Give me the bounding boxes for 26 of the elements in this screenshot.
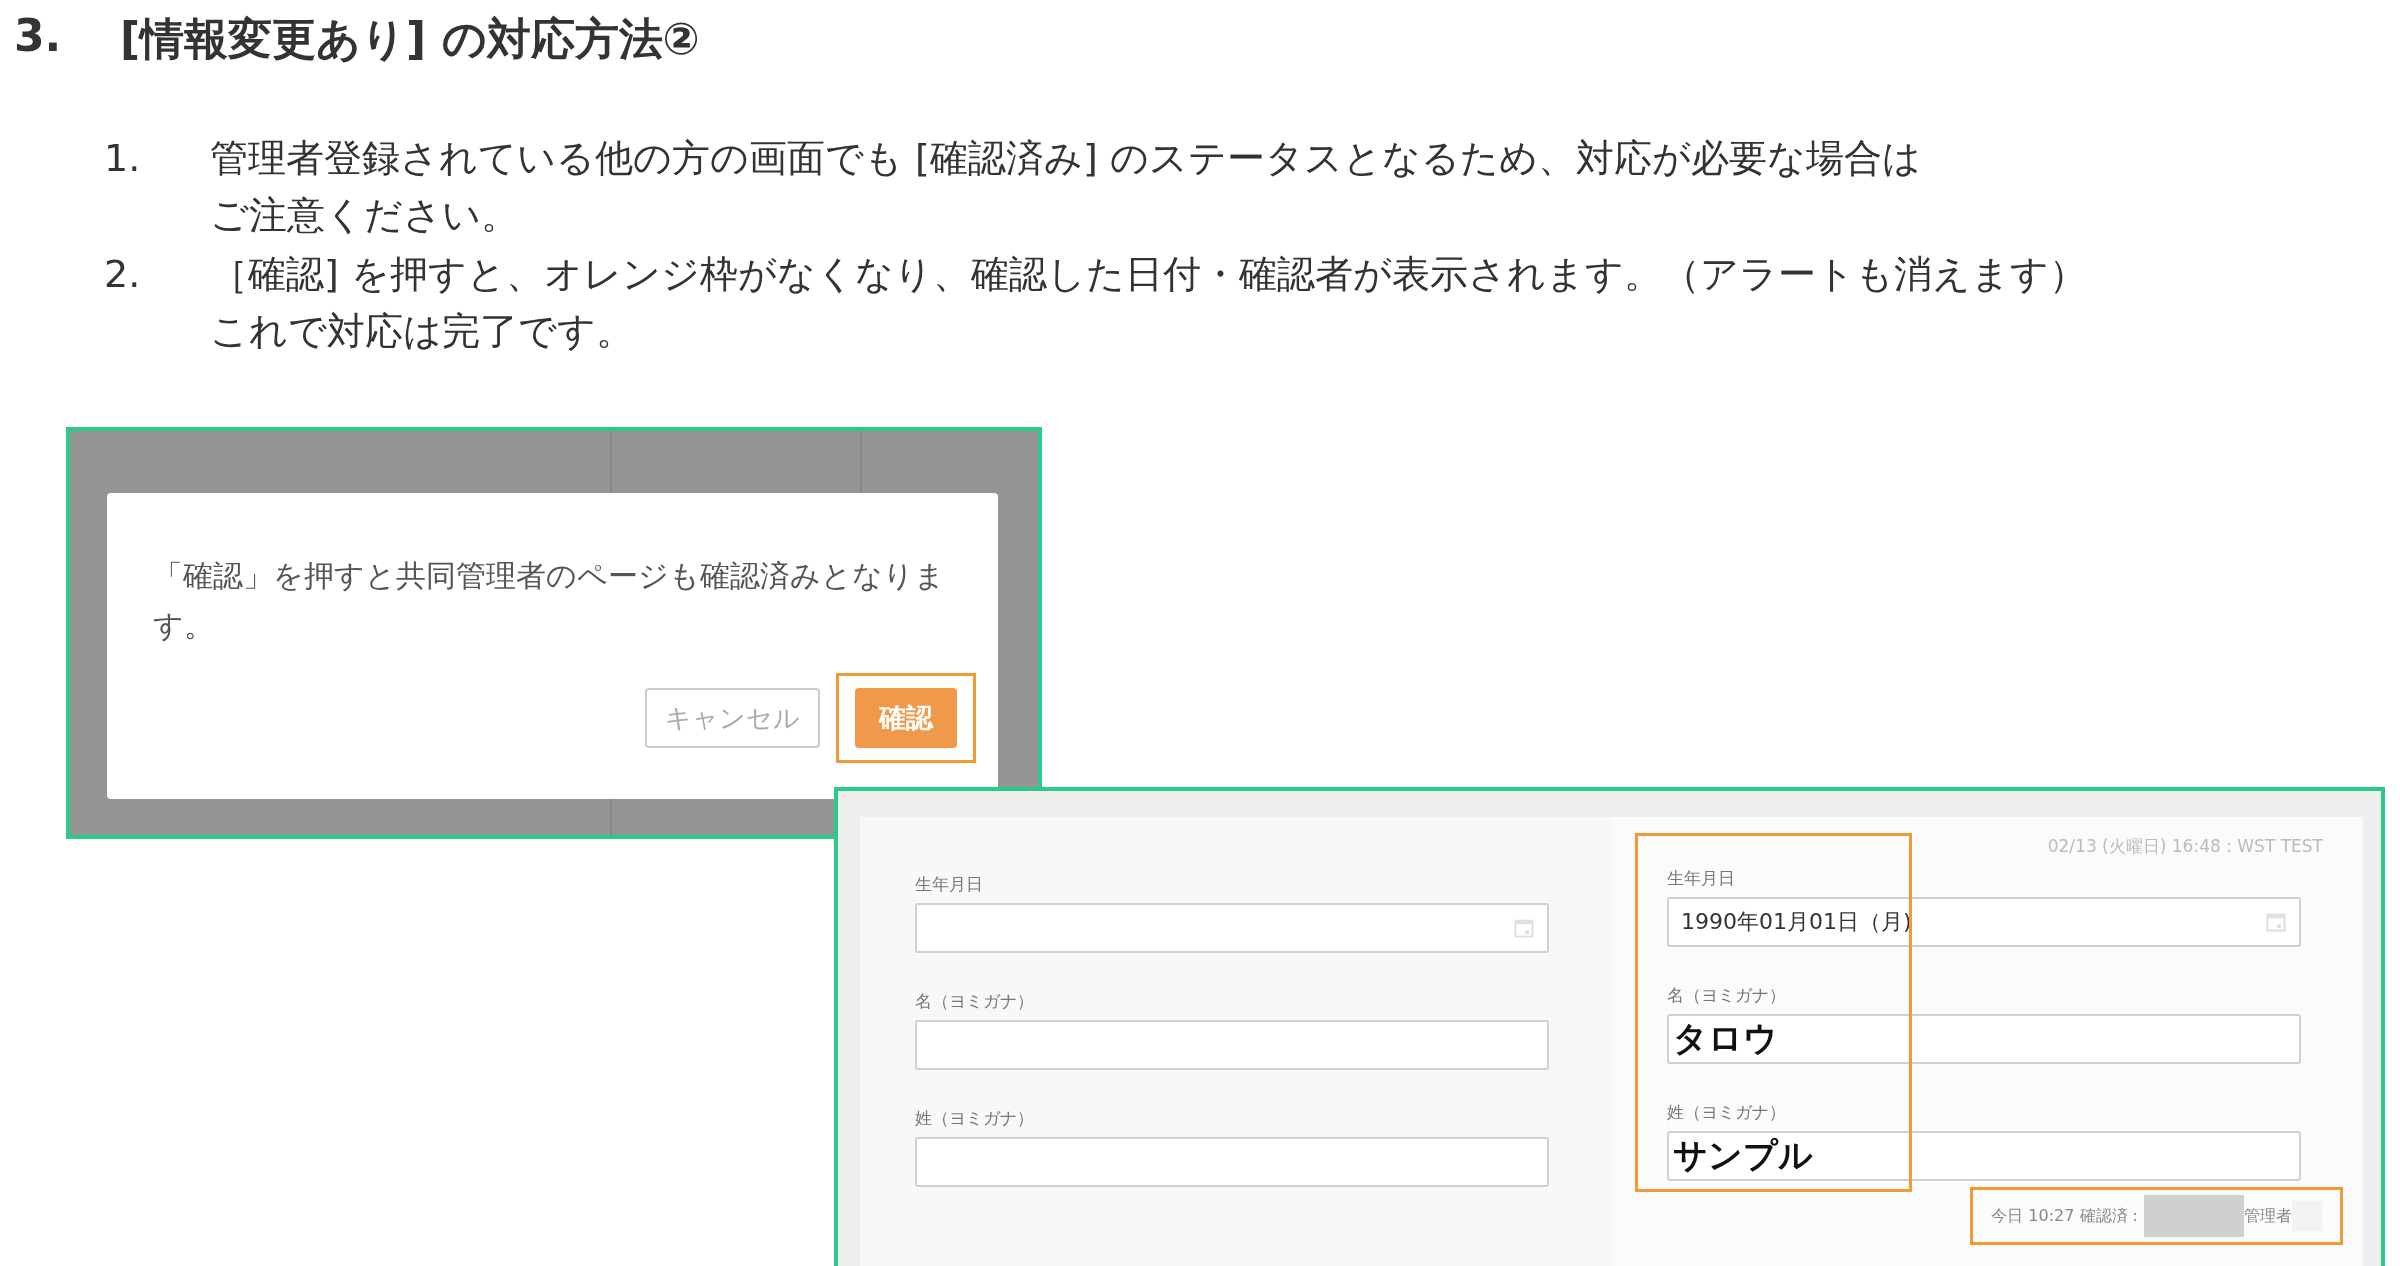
step-text: ［確認] を押すと、オレンジ枠がなくなり、確認した日付・確認者が表示されます。（アラートも消えます） xyxy=(210,251,2087,298)
input-field[interactable]: サンプル xyxy=(1667,1131,2301,1181)
input-field[interactable]: タロウ xyxy=(1667,1014,2301,1064)
field-label: 生年月日 xyxy=(915,873,984,896)
input-field[interactable] xyxy=(915,1020,1549,1070)
field-label: 生年月日 xyxy=(1667,867,1736,890)
step-text: 管理者登録されている他の方の画面でも [確認済み] のステータスとなるため、対応が必要な場合は xyxy=(210,135,1921,182)
field-label: 名（ヨミガナ） xyxy=(1667,984,1787,1007)
field-label: 姓（ヨミガナ） xyxy=(915,1107,1035,1130)
confirmation-text: 今日 10:27 確認済 : xyxy=(1991,1205,2138,1227)
calendar-icon[interactable] xyxy=(1513,917,1535,939)
dialog-message: す。 xyxy=(153,607,215,645)
heading-text: [情報変更あり] の対応方法② xyxy=(120,12,700,66)
heading-number: 3. xyxy=(14,10,63,63)
step-number: 1. xyxy=(104,135,142,182)
input-field[interactable] xyxy=(915,903,1549,953)
input-field[interactable] xyxy=(915,1137,1549,1187)
calendar-icon[interactable] xyxy=(2265,911,2287,933)
timestamp: 02/13 (火曜日) 16:48 : WST TEST xyxy=(2047,835,2323,858)
step-text: これで対応は完了です。 xyxy=(210,308,635,355)
confirmer-role: 管理者 xyxy=(2244,1205,2292,1227)
dialog-message: 「確認」を押すと共同管理者のページも確認済みとなりま xyxy=(153,557,946,595)
field-label: 名（ヨミガナ） xyxy=(915,990,1035,1013)
step-text: ご注意ください。 xyxy=(210,192,520,239)
step-number: 2. xyxy=(104,251,142,298)
field-label: 姓（ヨミガナ） xyxy=(1667,1101,1787,1124)
